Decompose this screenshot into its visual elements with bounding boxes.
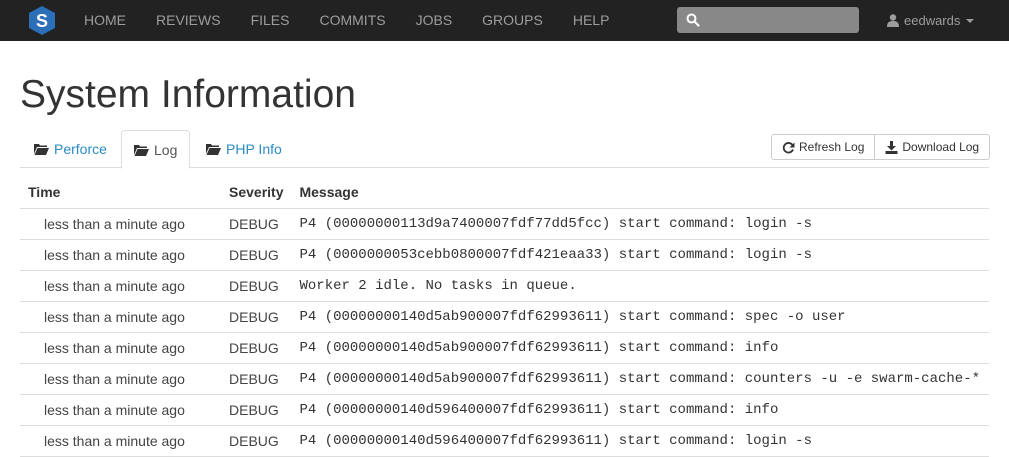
log-time: less than a minute ago xyxy=(20,394,221,426)
user-menu[interactable]: eedwards xyxy=(887,0,975,41)
folder-open-icon xyxy=(34,144,49,155)
table-row: less than a minute ago DEBUG P4 (0000000… xyxy=(20,239,989,271)
swarm-logo-icon[interactable]: S xyxy=(29,6,55,35)
log-severity: DEBUG xyxy=(221,425,292,457)
tab-php-info[interactable]: PHP Info xyxy=(194,130,294,168)
download-icon xyxy=(885,140,898,154)
search-box xyxy=(677,7,859,33)
folder-open-icon xyxy=(206,144,221,155)
table-row: less than a minute ago DEBUG P4 (0000000… xyxy=(20,394,989,426)
tab-log[interactable]: Log xyxy=(121,130,191,169)
log-time: less than a minute ago xyxy=(20,363,221,395)
log-time: less than a minute ago xyxy=(20,270,221,302)
download-log-button[interactable]: Download Log xyxy=(875,134,991,160)
log-time: less than a minute ago xyxy=(20,332,221,364)
table-row: less than a minute ago DEBUG P4 (0000000… xyxy=(20,332,989,364)
log-severity: DEBUG xyxy=(221,239,292,271)
log-severity: DEBUG xyxy=(221,363,292,395)
log-message: P4 (00000000140d596400007fdf62993611) st… xyxy=(291,394,989,426)
refresh-log-button[interactable]: Refresh Log xyxy=(771,134,876,160)
tab-label: Perforce xyxy=(54,141,107,157)
table-row: less than a minute ago DEBUG P4 (0000000… xyxy=(20,301,989,333)
page-title: System Information xyxy=(20,73,356,116)
log-time: less than a minute ago xyxy=(20,239,221,271)
tab-perforce[interactable]: Perforce xyxy=(22,130,119,168)
table-row: less than a minute ago DEBUG Worker 2 id… xyxy=(20,270,989,302)
nav-reviews[interactable]: REVIEWS xyxy=(141,0,236,41)
refresh-log-label: Refresh Log xyxy=(799,140,865,154)
tab-label: PHP Info xyxy=(226,141,282,157)
user-icon xyxy=(887,14,899,27)
log-severity: DEBUG xyxy=(221,332,292,364)
svg-text:S: S xyxy=(36,11,48,31)
table-header-row: Time Severity Message xyxy=(20,177,989,209)
nav-home[interactable]: HOME xyxy=(69,0,141,41)
log-severity: DEBUG xyxy=(221,394,292,426)
log-time: less than a minute ago xyxy=(20,208,221,240)
download-log-label: Download Log xyxy=(902,140,980,154)
log-severity: DEBUG xyxy=(221,301,292,333)
nav-jobs[interactable]: JOBS xyxy=(401,0,468,41)
nav-groups[interactable]: GROUPS xyxy=(467,0,558,41)
main-nav: HOME REVIEWS FILES COMMITS JOBS GROUPS H… xyxy=(69,0,624,41)
refresh-icon xyxy=(782,141,795,153)
log-actions: Refresh Log Download Log xyxy=(771,134,991,160)
nav-help[interactable]: HELP xyxy=(558,0,625,41)
table-row: less than a minute ago DEBUG P4 (0000000… xyxy=(20,363,989,395)
log-message: P4 (00000000140d5ab900007fdf62993611) st… xyxy=(291,301,989,333)
top-navbar: S HOME REVIEWS FILES COMMITS JOBS GROUPS… xyxy=(0,0,1009,41)
log-time: less than a minute ago xyxy=(20,301,221,333)
folder-open-icon xyxy=(134,144,149,156)
log-message: P4 (00000000140d5ab900007fdf62993611) st… xyxy=(291,363,989,395)
username-label: eedwards xyxy=(904,13,961,28)
log-message: P4 (0000000053cebb0800007fdf421eaa33) st… xyxy=(291,239,989,271)
column-header-time[interactable]: Time xyxy=(20,177,221,209)
column-header-severity[interactable]: Severity xyxy=(221,177,292,209)
tab-label: Log xyxy=(154,141,178,158)
chevron-down-icon xyxy=(966,19,975,23)
log-severity: DEBUG xyxy=(221,208,292,240)
search-icon xyxy=(686,13,700,27)
search-input[interactable] xyxy=(705,7,855,33)
log-message: P4 (00000000140d596400007fdf62993611) st… xyxy=(291,425,989,457)
column-header-message[interactable]: Message xyxy=(291,177,989,209)
log-table: Time Severity Message less than a minute… xyxy=(20,177,989,457)
log-message: P4 (00000000140d5ab900007fdf62993611) st… xyxy=(291,332,989,364)
log-message: Worker 2 idle. No tasks in queue. xyxy=(291,270,989,302)
log-severity: DEBUG xyxy=(221,270,292,302)
table-row: less than a minute ago DEBUG P4 (0000000… xyxy=(20,425,989,457)
log-time: less than a minute ago xyxy=(20,425,221,457)
table-row: less than a minute ago DEBUG P4 (0000000… xyxy=(20,208,989,240)
nav-files[interactable]: FILES xyxy=(236,0,305,41)
nav-commits[interactable]: COMMITS xyxy=(304,0,400,41)
log-message: P4 (00000000113d9a7400007fdf77dd5fcc) st… xyxy=(291,208,989,240)
